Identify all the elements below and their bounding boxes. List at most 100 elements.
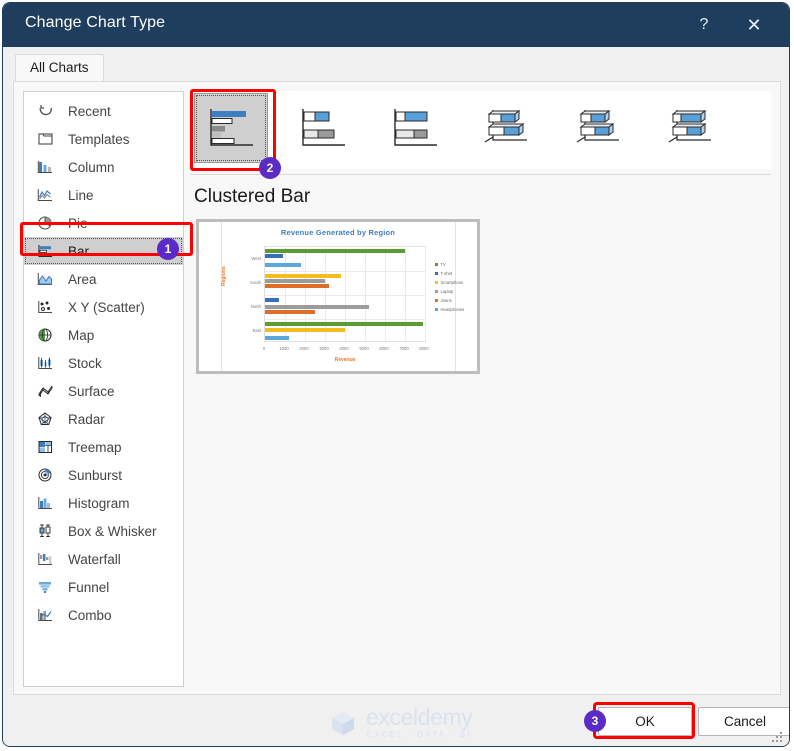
- scatter-icon: [36, 298, 56, 316]
- sidebar-item-box-whisker[interactable]: Box & Whisker: [24, 517, 183, 545]
- sidebar-item-funnel[interactable]: Funnel: [24, 573, 183, 601]
- sidebar-item-radar[interactable]: Radar: [24, 405, 183, 433]
- templates-icon: [36, 130, 56, 148]
- bar-north-laptop: [265, 305, 369, 309]
- xtick: 1000: [279, 346, 289, 351]
- legend-swatch: [435, 299, 438, 302]
- sidebar-item-surface[interactable]: Surface: [24, 377, 183, 405]
- title-bar: Change Chart Type ? ✕: [3, 3, 789, 47]
- watermark: exceldemy EXCEL · DATA · BI: [328, 706, 473, 740]
- chart-title: Revenue Generated by Region: [280, 228, 396, 237]
- ok-button[interactable]: OK: [598, 707, 692, 736]
- tab-all-charts[interactable]: All Charts: [15, 54, 104, 81]
- gridline: [285, 247, 286, 341]
- thumbnail-3d-clustered-bar[interactable]: [470, 93, 544, 163]
- surface-icon: [36, 382, 56, 400]
- waterfall-icon: [36, 550, 56, 568]
- help-icon[interactable]: ?: [689, 10, 719, 40]
- legend-item: Smartphone: [435, 278, 464, 287]
- thumbnail-stacked-bar[interactable]: [286, 93, 360, 163]
- chart-subtype-title: Clustered Bar: [194, 186, 311, 207]
- legend-label: Laptop: [440, 289, 454, 294]
- gridline: [405, 247, 406, 341]
- recent-icon: [36, 102, 56, 120]
- close-icon[interactable]: ✕: [739, 10, 769, 40]
- sidebar-item-recent[interactable]: Recent: [24, 97, 183, 125]
- sidebar-item-histogram[interactable]: Histogram: [24, 489, 183, 517]
- legend-label: T-shirt: [440, 271, 453, 276]
- tab-strip: All Charts: [3, 47, 789, 81]
- sidebar-item-waterfall[interactable]: Waterfall: [24, 545, 183, 573]
- gridline: [365, 247, 366, 341]
- sidebar-item-label: Histogram: [68, 495, 130, 511]
- sidebar-item-line[interactable]: Line: [24, 181, 183, 209]
- category-divider: [265, 271, 425, 272]
- callout-2: 2: [259, 157, 281, 179]
- sidebar-item-label: Recent: [68, 103, 111, 119]
- pie-icon: [36, 214, 56, 232]
- thumbnail-100-stacked-bar[interactable]: [378, 93, 452, 163]
- sidebar-item-label: Templates: [68, 131, 130, 147]
- xtick: 4000: [339, 346, 349, 351]
- sidebar-item-sunburst[interactable]: Sunburst: [24, 461, 183, 489]
- bar-icon: [36, 242, 56, 260]
- sidebar-item-column[interactable]: Column: [24, 153, 183, 181]
- resize-grip[interactable]: [772, 732, 783, 743]
- sidebar-item-label: Treemap: [68, 439, 122, 455]
- sunburst-icon: [36, 466, 56, 484]
- bar-south-jeans: [265, 284, 329, 288]
- sidebar-item-label: Box & Whisker: [68, 523, 157, 539]
- radar-icon: [36, 410, 56, 428]
- combo-icon: [36, 606, 56, 624]
- sidebar-item-stock[interactable]: Stock: [24, 349, 183, 377]
- sidebar-item-pie[interactable]: Pie: [24, 209, 183, 237]
- preview-left-rule: [221, 222, 222, 371]
- gridline: [325, 247, 326, 341]
- sidebar-item-label: Surface: [68, 383, 115, 399]
- sidebar-item-treemap[interactable]: Treemap: [24, 433, 183, 461]
- xtick: 6000: [379, 346, 389, 351]
- box-whisker-icon: [36, 522, 56, 540]
- legend-label: Headphones: [440, 307, 465, 312]
- bar-east-smartphone: [265, 328, 345, 332]
- callout-3: 3: [584, 710, 606, 732]
- watermark-text: exceldemy EXCEL · DATA · BI: [366, 706, 473, 740]
- legend-item: Jeans: [435, 296, 464, 305]
- xaxis-title: Revenue: [334, 357, 356, 363]
- sidebar-item-label: Area: [68, 271, 97, 287]
- thumbnail-clustered-bar[interactable]: [194, 93, 268, 163]
- exceldemy-logo-icon: [332, 712, 354, 735]
- thumbnail-strip: [190, 89, 771, 171]
- sidebar-item-combo[interactable]: Combo: [24, 601, 183, 629]
- sidebar-item-map[interactable]: Map: [24, 321, 183, 349]
- ytick-north: North: [250, 304, 261, 309]
- xtick: 2000: [299, 346, 309, 351]
- category-divider: [265, 295, 425, 296]
- sidebar-item-scatter[interactable]: X Y (Scatter): [24, 293, 183, 321]
- legend-swatch: [435, 308, 438, 311]
- xtick: 8000: [419, 346, 429, 351]
- chart-preview[interactable]: Revenue Generated by Region West South N…: [196, 219, 480, 374]
- line-icon: [36, 186, 56, 204]
- thumbnail-3d-stacked-bar[interactable]: [562, 93, 636, 163]
- thumbnail-3d-100-stacked-bar[interactable]: [654, 93, 728, 163]
- bar-south-laptop: [265, 279, 325, 283]
- xtick: 5000: [359, 346, 369, 351]
- area-icon: [36, 270, 56, 288]
- chart-type-panel: 2 Clustered Bar Revenue Generated by Reg…: [190, 89, 771, 687]
- sidebar-item-label: Pie: [68, 215, 88, 231]
- bar-south-smartphone: [265, 274, 341, 278]
- stock-icon: [36, 354, 56, 372]
- sidebar-item-templates[interactable]: Templates: [24, 125, 183, 153]
- sidebar-item-label: Radar: [68, 411, 105, 427]
- sidebar-item-label: X Y (Scatter): [68, 299, 145, 315]
- sidebar-item-label: Sunburst: [68, 467, 123, 483]
- xtick: 7000: [399, 346, 409, 351]
- legend-swatch: [435, 272, 438, 275]
- sidebar-item-area[interactable]: Area: [24, 265, 183, 293]
- funnel-icon: [36, 578, 56, 596]
- gridline: [385, 247, 386, 341]
- xtick: 0: [262, 346, 266, 351]
- sidebar-item-label: Funnel: [68, 579, 110, 595]
- chart-category-list[interactable]: Recent Templates Column Line Pie Bar Are…: [23, 91, 184, 687]
